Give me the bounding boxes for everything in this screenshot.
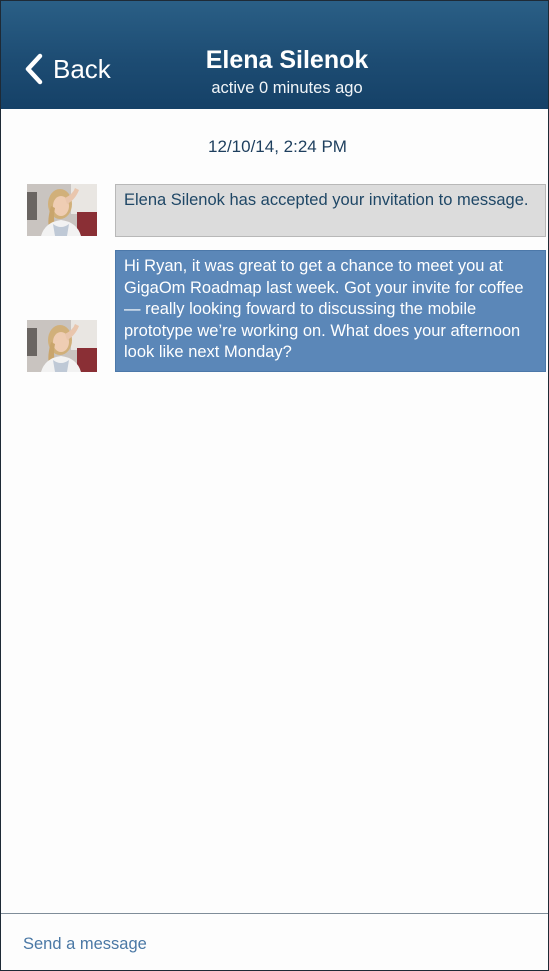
- contact-info: Elena Silenok active 0 minutes ago: [151, 45, 423, 99]
- chat-header: Back Elena Silenok active 0 minutes ago: [1, 1, 548, 109]
- contact-status: active 0 minutes ago: [211, 79, 363, 97]
- chat-screen: Back Elena Silenok active 0 minutes ago …: [0, 0, 549, 971]
- chevron-left-icon: [23, 52, 45, 86]
- message-timestamp: 12/10/14, 2:24 PM: [208, 137, 347, 156]
- avatar[interactable]: [27, 320, 97, 372]
- compose-bar: [1, 913, 548, 970]
- avatar[interactable]: [27, 184, 97, 236]
- incoming-message[interactable]: Hi Ryan, it was great to get a chance to…: [115, 250, 546, 372]
- message-input[interactable]: [23, 932, 523, 956]
- back-label: Back: [53, 53, 111, 84]
- system-message: Elena Silenok has accepted your invitati…: [115, 184, 546, 237]
- back-button[interactable]: Back: [23, 49, 111, 89]
- contact-name: Elena Silenok: [205, 46, 369, 74]
